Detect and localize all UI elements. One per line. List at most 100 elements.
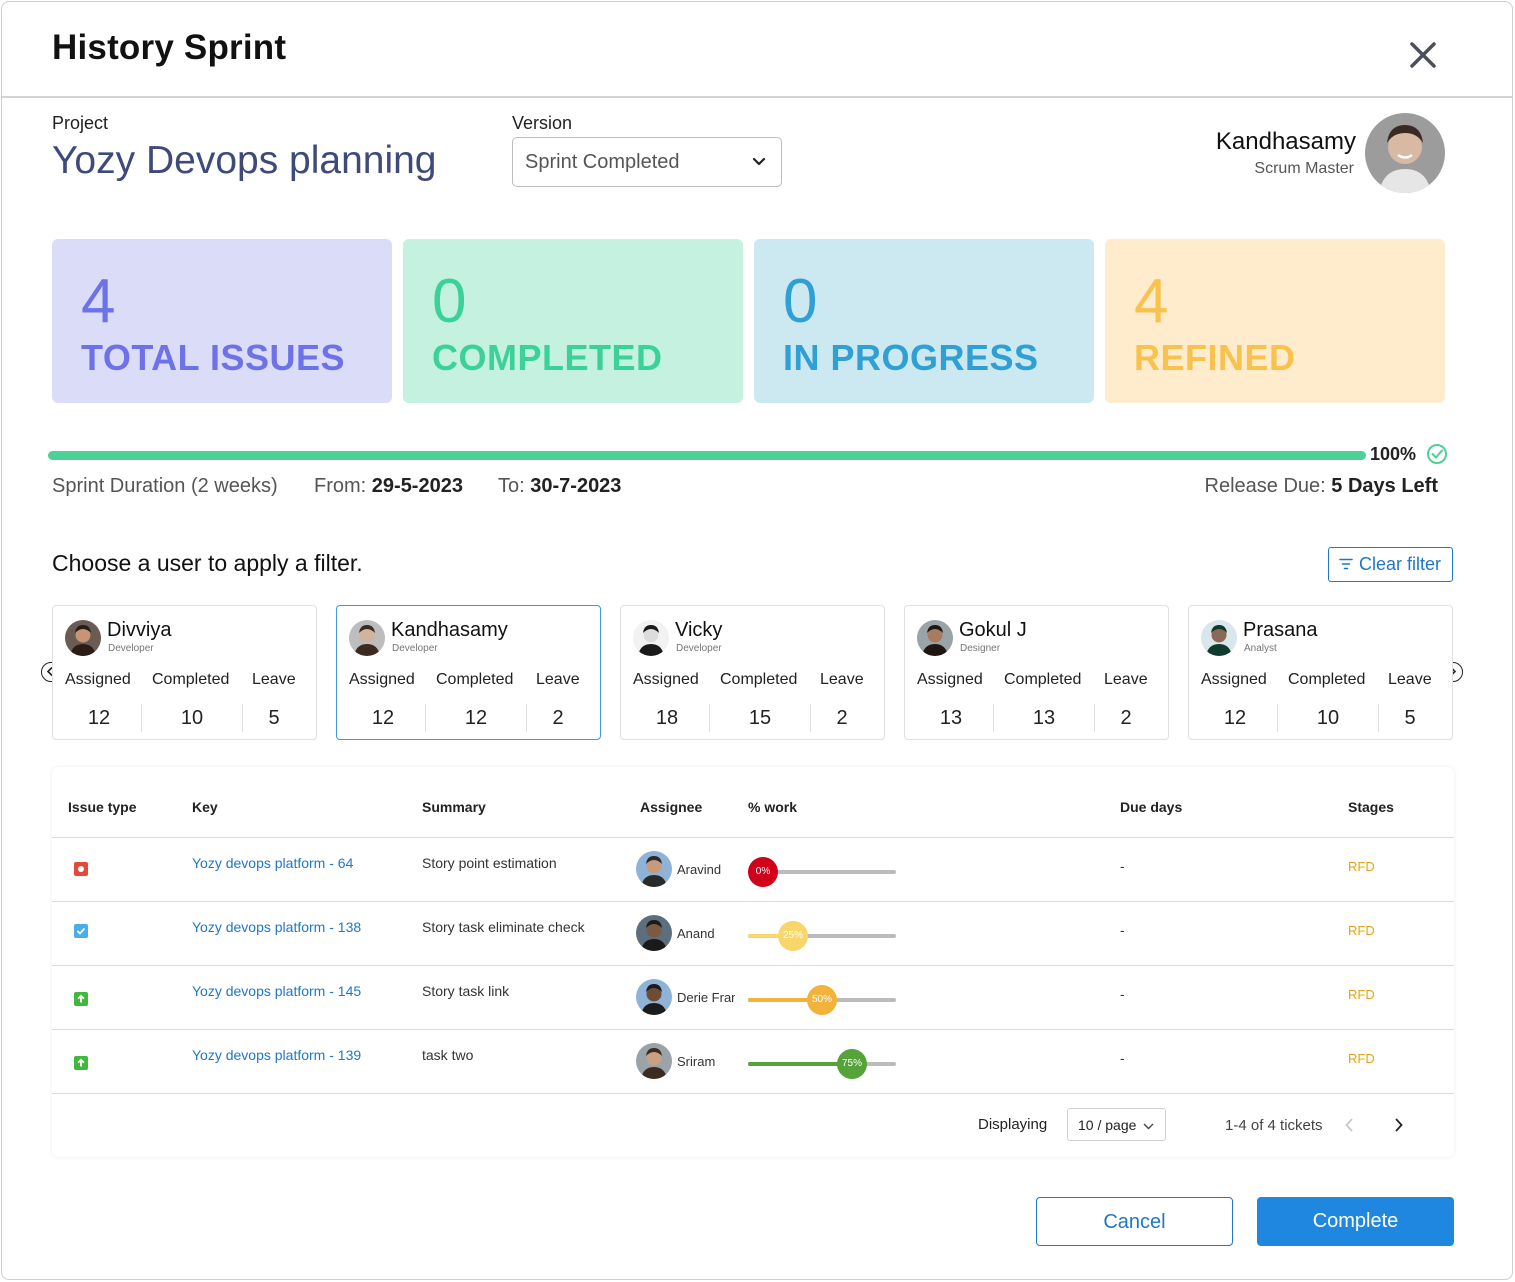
stat-value: 0 (432, 267, 467, 336)
next-page-icon[interactable] (1391, 1116, 1407, 1134)
current-user-role: Scrum Master (1254, 160, 1354, 177)
work-progress-knob[interactable]: 0% (748, 857, 778, 887)
work-progress-knob[interactable]: 50% (807, 985, 837, 1015)
user-card-prasana[interactable]: Prasana Analyst Assigned Completed Leave 12 10… (1188, 605, 1453, 740)
release-due: Release Due: 5 Days Left (1205, 475, 1438, 498)
stat-card-completed: 0 COMPLETED (403, 239, 743, 403)
leave-count: 5 (268, 707, 280, 729)
table-row[interactable]: Yozy devops platform - 138 Story task eli… (52, 902, 1454, 966)
stat-card-in-progress: 0 IN PROGRESS (754, 239, 1094, 403)
current-user-avatar (1365, 113, 1445, 193)
user-card-name: Kandhasamy (391, 619, 508, 641)
sprint-progress-percent: 100% (1370, 444, 1417, 464)
divider (141, 704, 142, 732)
work-progress-knob[interactable]: 25% (778, 921, 808, 951)
assigned-header: Assigned (65, 671, 131, 688)
leave-header: Leave (1388, 671, 1432, 688)
user-card-role: Designer (960, 643, 1001, 654)
leave-header: Leave (820, 671, 864, 688)
assignee-name: Derie Franklin (677, 990, 735, 1005)
pagination-label: Displaying (978, 1116, 1048, 1133)
user-card-name: Prasana (1243, 619, 1318, 641)
stage-badge: RFD (1348, 1051, 1375, 1066)
user-card-kandhasamy[interactable]: Kandhasamy Developer Assigned Completed Leav… (336, 605, 601, 740)
issue-key-link[interactable]: Yozy devops platform - 64 (192, 855, 353, 871)
col-header-due-days: Due days (1120, 799, 1183, 815)
work-progress-slider[interactable]: 75% (748, 1049, 896, 1079)
user-card-name: Vicky (675, 619, 723, 641)
story-icon (74, 992, 88, 1006)
issue-key-link[interactable]: Yozy devops platform - 139 (192, 1047, 361, 1063)
issue-summary: Story task eliminate check (422, 919, 585, 935)
stat-value: 4 (81, 267, 116, 336)
stat-label: COMPLETED (432, 337, 663, 378)
stat-label: REFINED (1134, 337, 1296, 378)
assigned-count: 12 (371, 707, 395, 729)
work-progress-knob[interactable]: 75% (837, 1049, 867, 1079)
issue-key-link[interactable]: Yozy devops platform - 138 (192, 919, 361, 935)
clear-filter-button[interactable]: Clear filter (1328, 547, 1453, 582)
filter-icon (1339, 558, 1353, 570)
version-selected-value: Sprint Completed (525, 151, 680, 173)
work-progress-slider[interactable]: 25% (748, 921, 896, 951)
version-select[interactable]: Sprint Completed (512, 137, 782, 187)
divider (1277, 704, 1278, 732)
avatar (349, 620, 385, 656)
completed-count: 12 (464, 707, 488, 729)
stage-badge: RFD (1348, 987, 1375, 1002)
completed-header: Completed (152, 671, 230, 688)
due-days: - (1120, 986, 1125, 1002)
work-progress-slider[interactable]: 0% (748, 857, 896, 887)
avatar (636, 1043, 672, 1079)
bug-icon (74, 862, 88, 876)
avatar (917, 620, 953, 656)
avatar (636, 915, 672, 951)
completed-header: Completed (1288, 671, 1366, 688)
col-header-summary: Summary (422, 799, 486, 815)
leave-count: 2 (836, 707, 848, 729)
table-row[interactable]: Yozy devops platform - 139 task two Sriram… (52, 1030, 1454, 1094)
divider (526, 704, 527, 732)
close-icon (1410, 42, 1436, 68)
avatar (65, 620, 101, 656)
col-header-issue-type: Issue type (68, 799, 137, 815)
current-user-name: Kandhasamy (1215, 128, 1356, 155)
assigned-count: 13 (939, 707, 963, 729)
assigned-header: Assigned (349, 671, 415, 688)
completed-header: Completed (436, 671, 514, 688)
avatar (1201, 620, 1237, 656)
user-card-name: Gokul J (959, 619, 1027, 641)
assigned-header: Assigned (633, 671, 699, 688)
assignee-name: Sriram (677, 1054, 716, 1069)
prev-page-icon[interactable] (1342, 1116, 1358, 1134)
close-button[interactable] (1406, 38, 1440, 72)
table-row[interactable]: Yozy devops platform - 64 Story point est… (52, 838, 1454, 902)
assigned-header: Assigned (917, 671, 983, 688)
user-card-gokul-j[interactable]: Gokul J Designer Assigned Completed Leave 13 1… (904, 605, 1169, 740)
clear-filter-label: Clear filter (1359, 554, 1442, 574)
avatar (633, 620, 669, 656)
work-progress-slider[interactable]: 50% (748, 985, 896, 1015)
completed-count: 13 (1032, 707, 1056, 729)
user-card-vicky[interactable]: Vicky Developer Assigned Completed Leave 18 15… (620, 605, 885, 740)
completed-count: 10 (1316, 707, 1340, 729)
stat-label: TOTAL ISSUES (81, 337, 346, 378)
page-size-select[interactable]: 10 / page (1067, 1108, 1166, 1141)
complete-button[interactable]: Complete (1257, 1197, 1454, 1246)
modal-header: History Sprint (2, 2, 1512, 98)
sprint-to: To: 30-7-2023 (498, 475, 621, 498)
completed-header: Completed (720, 671, 798, 688)
divider (810, 704, 811, 732)
user-card-divviya[interactable]: Divviya Developer Assigned Completed Leave 12… (52, 605, 317, 740)
check-circle-icon (1427, 444, 1447, 464)
issue-key-link[interactable]: Yozy devops platform - 145 (192, 983, 361, 999)
table-row[interactable]: Yozy devops platform - 145 Story task lin… (52, 966, 1454, 1030)
history-sprint-modal: History Sprint Project Yozy Devops plann… (1, 1, 1513, 1280)
assigned-count: 12 (87, 707, 111, 729)
sprint-progress-bar (48, 451, 1366, 460)
cancel-button[interactable]: Cancel (1036, 1197, 1233, 1246)
avatar (636, 979, 672, 1015)
chevron-down-icon (1143, 1123, 1154, 1130)
user-card-name: Divviya (107, 619, 172, 641)
sprint-from-date: 29-5-2023 (371, 475, 463, 497)
